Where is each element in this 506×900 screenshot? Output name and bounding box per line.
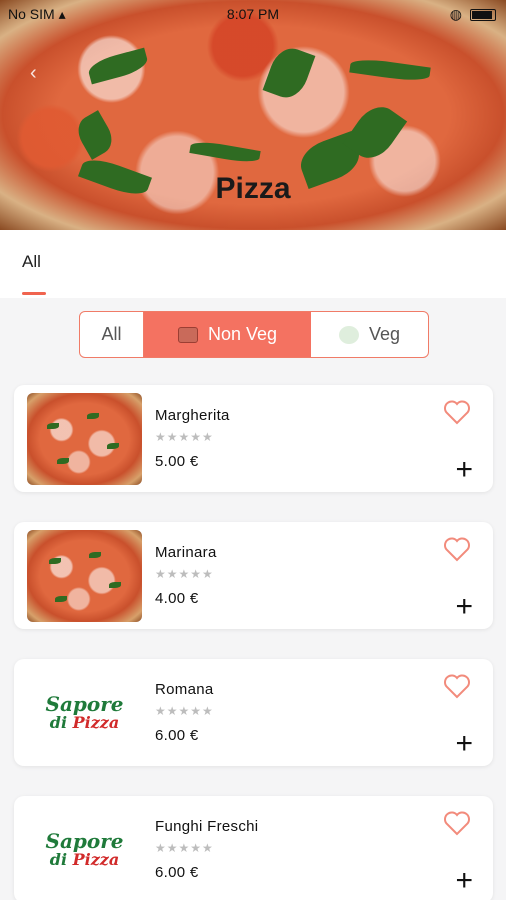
filter-veg[interactable]: Veg (311, 312, 428, 357)
status-right: ◍ (450, 6, 496, 23)
product-card[interactable]: Sapore di Pizza Romana ★★★★★ 6.00 € + (14, 659, 493, 766)
add-to-cart-plus-icon[interactable]: + (455, 455, 473, 485)
basil-leaf (89, 552, 101, 558)
logo-word-bottom: di Pizza (50, 851, 120, 869)
product-image (27, 393, 142, 485)
logo-word-bottom: di Pizza (50, 714, 120, 732)
status-time: 8:07 PM (226, 6, 280, 22)
logo-pizza: Pizza (72, 850, 120, 869)
basil-leaf (189, 139, 261, 165)
add-to-cart-plus-icon[interactable]: + (455, 729, 473, 759)
diet-filter: All Non Veg Veg (79, 311, 429, 358)
favorite-heart-icon[interactable] (443, 399, 471, 425)
add-to-cart-plus-icon[interactable]: + (455, 866, 473, 896)
product-card[interactable]: Margherita ★★★★★ 5.00 € + (14, 385, 493, 492)
orientation-lock-icon: ◍ (449, 6, 462, 22)
basil-leaf (109, 582, 121, 588)
product-rating: ★★★★★ (155, 841, 214, 855)
filter-all[interactable]: All (80, 312, 144, 357)
favorite-heart-icon[interactable] (443, 536, 471, 562)
basil-leaf (87, 413, 99, 419)
veg-icon (338, 325, 359, 344)
non-veg-icon (177, 326, 198, 343)
basil-leaf (107, 443, 119, 449)
product-rating: ★★★★★ (155, 430, 214, 444)
basil-leaf (262, 43, 316, 103)
tab-all[interactable]: All (22, 252, 41, 272)
status-bar: No SIM ▴ 8:07 PM ◍ (0, 0, 506, 28)
filter-all-label: All (101, 324, 122, 344)
filter-non-veg-label: Non Veg (207, 324, 278, 344)
product-price: 6.00 € (155, 727, 199, 744)
category-tabbar: All (0, 230, 506, 298)
product-image (27, 530, 142, 622)
battery-icon (470, 8, 496, 21)
logo-word-top: Sapore (45, 692, 124, 716)
product-rating: ★★★★★ (155, 704, 214, 718)
product-name: Romana (155, 681, 214, 698)
product-name: Margherita (155, 407, 230, 424)
product-price: 6.00 € (155, 864, 199, 881)
product-name: Marinara (155, 544, 217, 561)
back-icon[interactable]: ‹ (30, 62, 37, 85)
product-price: 5.00 € (155, 453, 199, 470)
basil-leaf (72, 110, 118, 160)
basil-leaf (49, 558, 61, 564)
logo-word-top: Sapore (45, 829, 124, 853)
favorite-heart-icon[interactable] (443, 673, 471, 699)
product-card[interactable]: Marinara ★★★★★ 4.00 € + (14, 522, 493, 629)
basil-leaf (57, 458, 69, 464)
logo-di: di (49, 713, 68, 732)
basil-leaf (349, 56, 431, 84)
sapore-di-pizza-logo: Sapore di Pizza (27, 804, 142, 896)
basil-leaf (86, 47, 150, 85)
product-card[interactable]: Sapore di Pizza Funghi Freschi ★★★★★ 6.0… (14, 796, 493, 900)
basil-leaf (47, 423, 59, 429)
product-price: 4.00 € (155, 590, 199, 607)
sapore-di-pizza-logo: Sapore di Pizza (27, 667, 142, 759)
tab-active-indicator (22, 292, 46, 295)
page-title: Pizza (215, 172, 291, 205)
product-name: Funghi Freschi (155, 818, 259, 835)
filter-veg-label: Veg (368, 324, 401, 344)
product-rating: ★★★★★ (155, 567, 214, 581)
filter-non-veg[interactable]: Non Veg (144, 312, 311, 357)
logo-di: di (49, 850, 68, 869)
basil-leaf (55, 596, 67, 602)
logo-pizza: Pizza (72, 713, 120, 732)
add-to-cart-plus-icon[interactable]: + (455, 592, 473, 622)
hero-banner: No SIM ▴ 8:07 PM ◍ ‹ Pizza (0, 0, 506, 230)
favorite-heart-icon[interactable] (443, 810, 471, 836)
